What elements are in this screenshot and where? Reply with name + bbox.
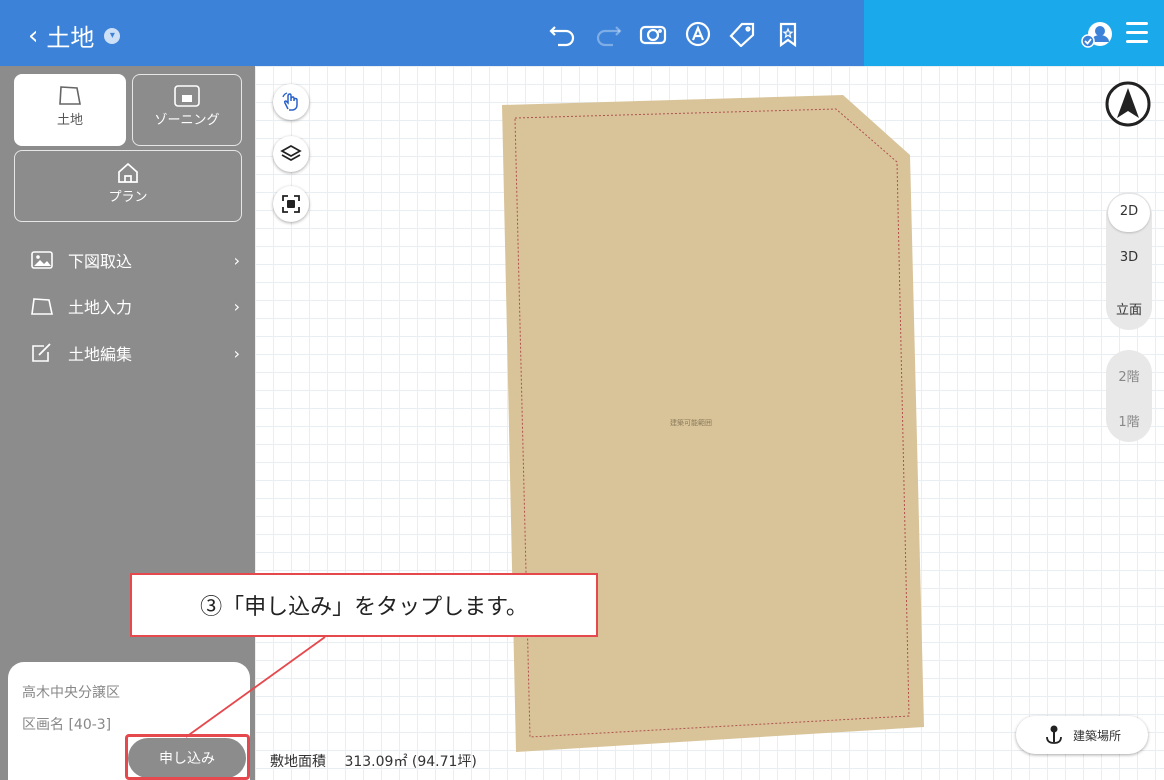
hand-tool-button[interactable]	[273, 84, 309, 120]
construction-site-button[interactable]: 建築場所	[1016, 716, 1148, 754]
buildable-area-label: 建築可能範囲	[670, 419, 712, 427]
lot-name: 区画名 [40-3]	[22, 717, 112, 733]
floor-2[interactable]: 2階	[1106, 366, 1152, 385]
compass-north-icon[interactable]	[1104, 80, 1152, 128]
site-area-readout: 敷地面積 313.09㎡ (94.71坪)	[270, 751, 477, 771]
view-mode-3d[interactable]: 3D	[1106, 250, 1152, 265]
location-pin-icon	[1046, 725, 1062, 744]
view-mode-selector: 2D 3D 立面	[1106, 192, 1152, 330]
instruction-text: ③「申し込み」をタップします。	[200, 595, 528, 620]
construction-site-label: 建築場所	[1072, 728, 1121, 743]
floor-selector: 2階 1階	[1106, 350, 1152, 442]
layers-icon	[280, 145, 302, 161]
instruction-callout: ③「申し込み」をタップします。	[130, 573, 598, 637]
floor-1[interactable]: 1階	[1106, 411, 1152, 430]
view-mode-elevation[interactable]: 立面	[1106, 299, 1152, 318]
site-area-value: 313.09㎡ (94.71坪)	[344, 754, 477, 770]
apply-button-highlight	[125, 734, 250, 780]
hand-icon	[282, 92, 298, 111]
layers-button[interactable]	[273, 136, 309, 172]
subdivision-name: 高木中央分譲区	[22, 685, 120, 701]
view-mode-2d[interactable]: 2D	[1106, 204, 1152, 219]
fit-view-icon	[282, 195, 300, 213]
fit-view-button[interactable]	[273, 186, 309, 222]
site-area-label: 敷地面積	[270, 754, 326, 770]
